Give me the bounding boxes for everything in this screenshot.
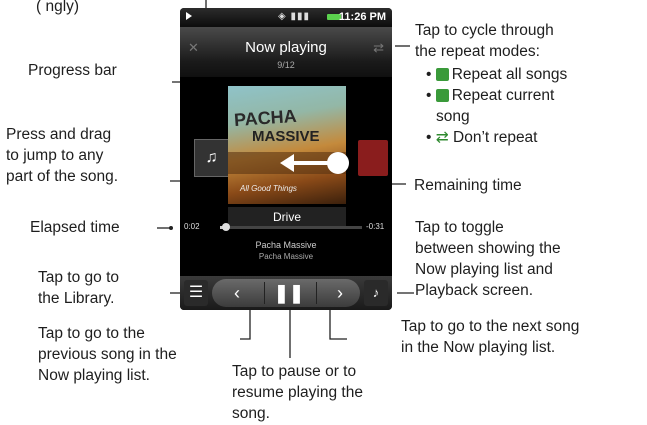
annotation-next: Tap to go to the next song in the Now pla… bbox=[401, 318, 580, 356]
phone-screen: ◈ ▮▮▮ 11:26 PM ✕ Now playing 9/12 ⇄ ♫ PA… bbox=[180, 8, 392, 310]
song-title: Drive bbox=[228, 207, 346, 227]
page-title: Now playing bbox=[245, 39, 327, 56]
swipe-arrow-icon bbox=[280, 152, 349, 174]
status-time: 11:26 PM bbox=[338, 11, 386, 23]
dont-repeat-icon: ⇄ bbox=[435, 129, 449, 146]
pause-button[interactable]: ❚❚ bbox=[272, 280, 306, 306]
title-bar: ✕ Now playing 9/12 ⇄ bbox=[180, 27, 392, 77]
dont-repeat-item: • ⇄ Don’t repeat bbox=[426, 129, 538, 146]
signal-icon: ◈ ▮▮▮ bbox=[278, 11, 310, 22]
previous-button[interactable]: ‹ bbox=[220, 280, 254, 306]
annotation-library: Tap to go to the Library. bbox=[38, 269, 120, 307]
progress-bar[interactable] bbox=[220, 223, 362, 231]
repeat-all-item: • Repeat all songs bbox=[426, 66, 568, 83]
annotation-elapsed-time: Elapsed time bbox=[30, 219, 120, 236]
annotation-repeat: Tap to cycle through the repeat modes: bbox=[415, 22, 554, 60]
repeat-current-icon bbox=[435, 89, 449, 102]
remaining-time: -0:31 bbox=[366, 222, 385, 231]
album-name: Pacha Massive bbox=[258, 252, 314, 261]
repeat-all-icon bbox=[435, 68, 449, 81]
repeat-icon[interactable]: ⇄ bbox=[373, 40, 384, 56]
library-button[interactable]: ☰ bbox=[184, 280, 208, 306]
album-art: PACHA MASSIVE All Good Things bbox=[228, 86, 346, 204]
annotation-previous: Tap to go to the previous song in the Now … bbox=[38, 325, 177, 384]
previous-album-thumb[interactable]: ♫ bbox=[194, 139, 229, 177]
annotation-drag: Press and drag to jump to any part of the … bbox=[6, 126, 119, 185]
annotation-remaining-time: Remaining time bbox=[414, 177, 522, 194]
album-art-subtitle: All Good Things bbox=[240, 184, 297, 193]
track-count: 9/12 bbox=[277, 60, 295, 70]
artist-name: Pacha Massive bbox=[255, 240, 317, 250]
annotation-pause: Tap to pause or to resume playing the song… bbox=[232, 363, 363, 422]
elapsed-time: 0:02 bbox=[184, 222, 200, 231]
repeat-mode-list: • Repeat all songs • Repeat current song… bbox=[426, 66, 568, 146]
divider bbox=[316, 282, 317, 304]
play-status-icon bbox=[186, 12, 192, 20]
repeat-current-item: • Repeat current bbox=[426, 87, 555, 104]
divider bbox=[264, 282, 265, 304]
now-playing-list-button[interactable]: ♪ bbox=[364, 280, 388, 306]
next-button[interactable]: › bbox=[325, 280, 355, 306]
playback-controls: ☰ ‹ ❚❚ › ♪ bbox=[180, 276, 392, 310]
annotation-progress-bar: Progress bar bbox=[28, 62, 117, 79]
annotation-toggle: Tap to toggle between showing the Now play… bbox=[415, 219, 561, 299]
album-art-band2: MASSIVE bbox=[252, 128, 320, 145]
progress-thumb[interactable] bbox=[221, 223, 230, 231]
next-album-thumb[interactable] bbox=[358, 140, 388, 176]
annotation-top-partial: ( ngly) bbox=[36, 0, 80, 15]
status-bar: ◈ ▮▮▮ 11:26 PM bbox=[180, 8, 392, 27]
